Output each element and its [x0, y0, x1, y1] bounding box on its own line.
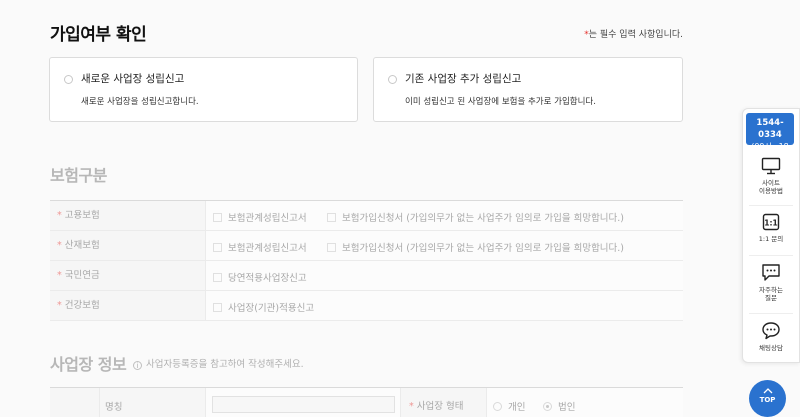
business-type-cell: 개인 법인 [487, 388, 683, 417]
checkbox[interactable] [327, 213, 336, 222]
option-industrial-establish[interactable]: 보험관계성립신고서 [213, 240, 307, 254]
checkbox[interactable] [213, 303, 222, 312]
option-card-add-business[interactable]: 기존 사업장 추가 성립신고 이미 성립신고 된 사업장에 보험을 추가로 가입… [373, 57, 683, 122]
option-label: 당연적용사업장신고 [228, 273, 307, 284]
faq-line2: 질문 [765, 294, 777, 302]
site-guide-link[interactable]: 사이트 이용방법 [743, 157, 799, 195]
checkbox[interactable] [213, 243, 222, 252]
chat-bubble-icon [762, 264, 780, 281]
radio-dot[interactable] [543, 402, 552, 411]
insurance-table: * 고용보험 보험관계성립신고서 보험가입신청서 (가입의무가 없는 사업주가 임… [50, 200, 683, 321]
row-options: 보험관계성립신고서 보험가입신청서 (가입의무가 없는 사업주가 임의로 가입을… [206, 231, 683, 260]
page-title: 가입여부 확인 [50, 25, 147, 45]
required-note: *는 필수 입력 사항입니다. [584, 27, 683, 40]
chevron-up-icon [763, 388, 772, 394]
divider [749, 255, 793, 256]
one-on-one-icon: 1:1 [762, 213, 780, 231]
business-table: 명칭 * 사업장 형태 개인 법인 [50, 387, 683, 417]
svg-text:1:1: 1:1 [764, 219, 777, 228]
required-star: * [57, 240, 62, 251]
info-icon: i [133, 361, 142, 370]
radio-add-business[interactable] [388, 75, 397, 84]
checkbox[interactable] [213, 213, 222, 222]
option-card-new-business[interactable]: 새로운 사업장 성립신고 새로운 사업장을 성립신고합니다. [49, 57, 358, 122]
divider [749, 205, 793, 206]
table-row: * 국민연금 당연적용사업장신고 [50, 261, 683, 291]
option-label: 보험관계성립신고서 [228, 243, 307, 254]
option-label: 보험가입신청서 (가입의무가 없는 사업주가 임의로 가입을 희망합니다.) [342, 213, 625, 224]
faq-line1: 자주하는 [759, 286, 783, 294]
phone-contact-box[interactable]: 1544-0334 (09시~18시) [746, 113, 794, 163]
radio-new-business[interactable] [64, 75, 73, 84]
chat-consult-icon [762, 322, 780, 340]
faq-link[interactable]: 자주하는 질문 [743, 263, 799, 302]
option-label: 사업장(기관)적용신고 [228, 303, 315, 314]
row-options: 사업장(기관)적용신고 [206, 291, 683, 320]
row-options: 보험관계성립신고서 보험가입신청서 (가입의무가 없는 사업주가 임의로 가입을… [206, 201, 683, 230]
row-options: 당연적용사업장신고 [206, 261, 683, 290]
site-guide-line1: 사이트 [762, 179, 780, 187]
radio-label: 개인 [508, 402, 526, 413]
required-star: * [57, 270, 62, 281]
monitor-icon [761, 157, 781, 175]
row-label-pension: 국민연금 [64, 270, 100, 281]
radio-dot[interactable] [493, 402, 502, 411]
business-name-input[interactable] [212, 396, 395, 413]
divider [749, 313, 793, 314]
radio-label: 법인 [558, 402, 576, 413]
row-header: * 국민연금 [50, 261, 206, 290]
scroll-top-button[interactable]: TOP [749, 380, 786, 417]
checkbox[interactable] [213, 273, 222, 282]
option-industrial-apply[interactable]: 보험가입신청서 (가입의무가 없는 사업주가 임의로 가입을 희망합니다.) [327, 240, 624, 254]
business-name-cell [206, 388, 401, 417]
business-name-label: 명칭 [100, 388, 206, 417]
checkbox[interactable] [327, 243, 336, 252]
option-new-desc: 새로운 사업장을 성립신고합니다. [81, 97, 199, 107]
business-type-header: * 사업장 형태 [401, 388, 487, 417]
option-label: 보험가입신청서 (가입의무가 없는 사업주가 임의로 가입을 희망합니다.) [342, 243, 625, 254]
quick-menu-sidebar: 1544-0334 (09시~18시) 사이트 이용방법 1:1 1:1 문의 … [742, 108, 800, 363]
option-add-title: 기존 사업장 추가 성립신고 [405, 73, 522, 85]
business-hint-text: 사업자등록증을 참고하여 작성해주세요. [146, 359, 304, 370]
required-star: * [57, 300, 62, 311]
option-employment-apply[interactable]: 보험가입신청서 (가입의무가 없는 사업주가 임의로 가입을 희망합니다.) [327, 210, 624, 224]
table-row: * 산재보험 보험관계성립신고서 보험가입신청서 (가입의무가 없는 사업주가 임… [50, 231, 683, 261]
radio-corporate[interactable]: 법인 [543, 399, 575, 413]
option-employment-establish[interactable]: 보험관계성립신고서 [213, 210, 307, 224]
site-guide-line2: 이용방법 [759, 187, 783, 195]
table-row: * 건강보험 사업장(기관)적용신고 [50, 291, 683, 321]
radio-individual[interactable]: 개인 [493, 399, 525, 413]
chat-consult-label: 채팅상담 [759, 344, 783, 352]
row-label-industrial: 산재보험 [64, 240, 100, 251]
business-type-label: 사업장 형태 [416, 401, 464, 412]
row-header: * 산재보험 [50, 231, 206, 260]
inquiry-link[interactable]: 1:1 1:1 문의 [743, 213, 799, 243]
row-label-health: 건강보험 [64, 300, 100, 311]
option-health-apply[interactable]: 사업장(기관)적용신고 [213, 300, 314, 314]
row-header: * 고용보험 [50, 201, 206, 230]
chat-consult-link[interactable]: 채팅상담 [743, 321, 799, 352]
option-new-title: 새로운 사업장 성립신고 [81, 73, 185, 85]
business-hint: i 사업자등록증을 참고하여 작성해주세요. [133, 356, 304, 370]
option-label: 보험관계성립신고서 [228, 213, 307, 224]
row-label-employment: 고용보험 [64, 210, 100, 221]
required-star: * [409, 401, 414, 412]
row-header: * 건강보험 [50, 291, 206, 320]
business-section-title: 사업장 정보 [50, 355, 127, 374]
scroll-top-label: TOP [759, 396, 776, 404]
phone-number: 1544-0334 [756, 118, 784, 140]
inquiry-label: 1:1 문의 [758, 235, 784, 243]
insurance-section-title: 보험구분 [50, 166, 107, 185]
option-add-desc: 이미 성립신고 된 사업장에 보험을 추가로 가입합니다. [405, 97, 596, 107]
row-group-header [50, 388, 100, 417]
required-star: * [57, 210, 62, 221]
table-row: * 고용보험 보험관계성립신고서 보험가입신청서 (가입의무가 없는 사업주가 임… [50, 201, 683, 231]
option-pension-apply[interactable]: 당연적용사업장신고 [213, 270, 307, 284]
required-note-text: 는 필수 입력 사항입니다. [588, 30, 683, 40]
